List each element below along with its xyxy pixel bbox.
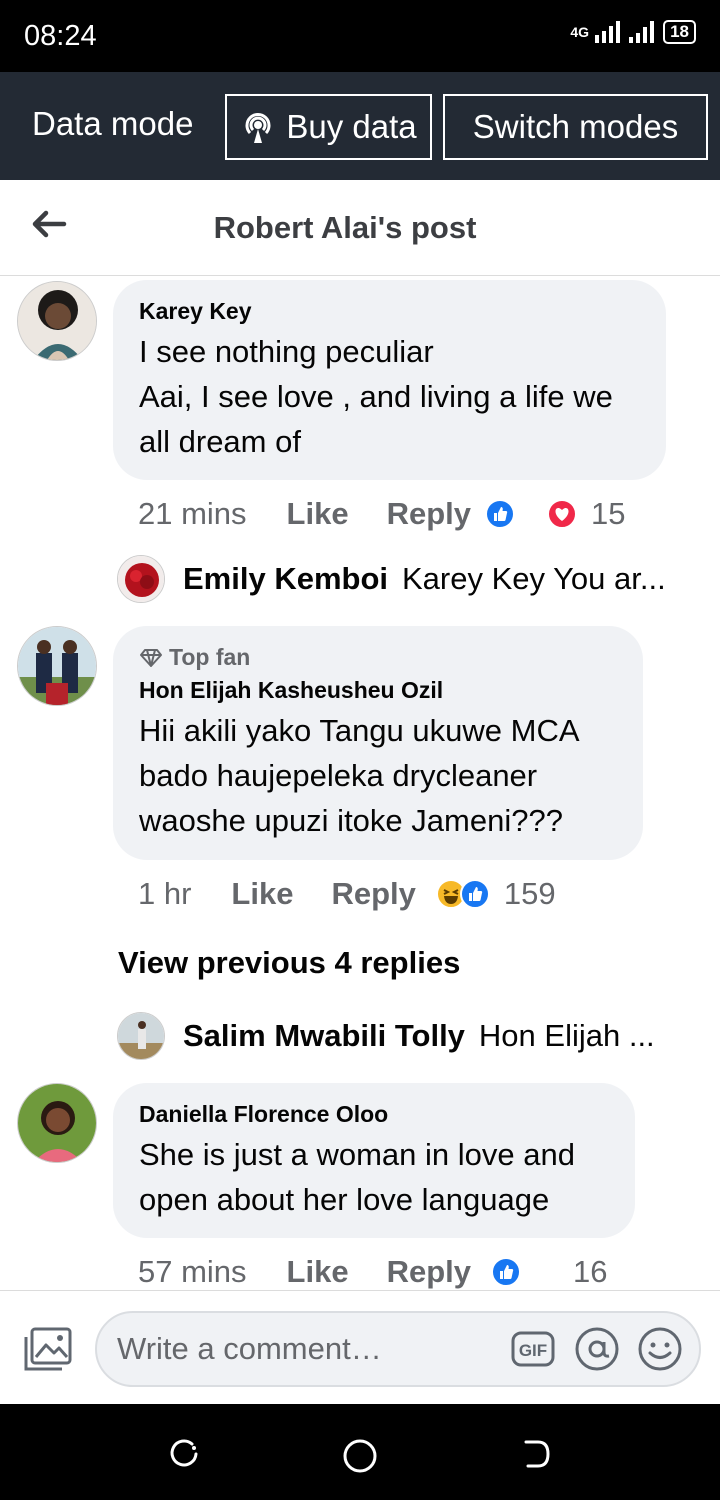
comment-author[interactable]: Karey Key	[139, 298, 640, 325]
avatar-image	[18, 627, 96, 705]
broadcast-icon	[245, 113, 271, 143]
reply-button[interactable]: Reply	[331, 876, 415, 912]
emoji-icon[interactable]	[637, 1326, 683, 1372]
post-header: Robert Alai's post	[0, 180, 720, 276]
reaction-count[interactable]: 15	[591, 496, 625, 532]
reply-text: Hon Elijah ...	[478, 1018, 655, 1053]
signal-icon-2	[629, 21, 655, 43]
reply-button[interactable]: Reply	[387, 1254, 471, 1290]
avatar-image	[18, 282, 96, 360]
avatar-hon-elijah[interactable]	[17, 626, 97, 706]
view-previous-replies[interactable]: View previous 4 replies	[118, 945, 460, 981]
status-bar: 08:24 4G 18	[0, 0, 720, 72]
comment-author[interactable]: Hon Elijah Kasheusheu Ozil	[139, 677, 617, 704]
comment-meta: 1 hr Like Reply 159	[138, 876, 556, 912]
switch-modes-button[interactable]: Switch modes	[443, 94, 708, 160]
status-time: 08:24	[24, 20, 97, 52]
comment-time[interactable]: 1 hr	[138, 876, 191, 912]
data-mode-bar: Data mode Buy data Switch modes	[0, 72, 720, 180]
reply-text: Karey Key You ar...	[402, 561, 666, 596]
system-nav-bar	[0, 1404, 720, 1500]
like-reaction-icon[interactable]	[485, 499, 515, 529]
comment-author[interactable]: Daniella Florence Oloo	[139, 1101, 609, 1128]
mention-icon[interactable]	[574, 1326, 620, 1372]
photo-icon[interactable]	[22, 1325, 74, 1373]
avatar-emily-kemboi	[117, 555, 165, 603]
reaction-count[interactable]: 159	[504, 876, 556, 912]
recent-apps-icon[interactable]	[168, 1438, 200, 1470]
comment-meta: 57 mins Like Reply 16	[138, 1254, 607, 1290]
reply-author[interactable]: Salim Mwabili Tolly	[183, 1018, 465, 1054]
battery-icon: 18	[663, 20, 696, 44]
buy-data-label: Buy data	[286, 108, 417, 145]
reaction-count[interactable]: 16	[573, 1254, 607, 1290]
comment-text: Hii akili yako Tangu ukuwe MCA bado hauj…	[139, 713, 578, 838]
comment-bubble: Karey Key I see nothing peculiar Aai, I …	[113, 280, 666, 480]
page-title: Robert Alai's post	[213, 210, 477, 245]
comment-input-placeholder: Write a comment…	[117, 1331, 382, 1366]
comment-composer: Write a comment… GIF	[0, 1290, 720, 1404]
like-button[interactable]: Like	[287, 496, 349, 532]
signal-icon	[595, 21, 621, 43]
comment-bubble: Daniella Florence Oloo She is just a wom…	[113, 1083, 635, 1238]
top-fan-badge: Top fan	[139, 644, 617, 671]
comment-meta: 21 mins Like Reply 15	[138, 496, 625, 532]
status-icons: 4G 18	[570, 20, 696, 44]
reply-author[interactable]: Emily Kemboi	[183, 561, 388, 597]
network-type-icon: 4G	[570, 24, 590, 40]
comment-text: She is just a woman in love and open abo…	[139, 1137, 575, 1217]
comment-time[interactable]: 57 mins	[138, 1254, 247, 1290]
avatar-daniella-florence[interactable]	[17, 1083, 97, 1163]
reply-button[interactable]: Reply	[387, 496, 471, 532]
reply-preview[interactable]: Emily Kemboi Karey Key You ar...	[117, 555, 666, 603]
like-button[interactable]: Like	[287, 1254, 349, 1290]
love-reaction-icon[interactable]	[547, 499, 577, 529]
comment-text: I see nothing peculiar Aai, I see love ,…	[139, 334, 613, 459]
switch-modes-label: Switch modes	[472, 108, 679, 145]
back-nav-icon[interactable]	[520, 1438, 552, 1470]
gif-icon[interactable]: GIF	[510, 1326, 556, 1372]
home-icon[interactable]	[342, 1438, 378, 1474]
avatar-image	[18, 1084, 96, 1162]
like-reaction-icon[interactable]	[459, 879, 490, 909]
avatar-salim-mwabili	[117, 1012, 165, 1060]
buy-data-button[interactable]: Buy data	[225, 94, 432, 160]
avatar-karey-key[interactable]	[17, 281, 97, 361]
like-reaction-icon[interactable]	[491, 1257, 521, 1287]
reply-preview[interactable]: Salim Mwabili Tolly Hon Elijah ...	[117, 1012, 655, 1060]
diamond-icon	[140, 648, 162, 667]
comment-bubble: Top fan Hon Elijah Kasheusheu Ozil Hii a…	[113, 626, 643, 860]
like-button[interactable]: Like	[231, 876, 293, 912]
comment-time[interactable]: 21 mins	[138, 496, 247, 532]
gif-label: GIF	[519, 1341, 547, 1360]
data-mode-label: Data mode	[32, 105, 194, 142]
top-fan-label: Top fan	[169, 644, 251, 670]
